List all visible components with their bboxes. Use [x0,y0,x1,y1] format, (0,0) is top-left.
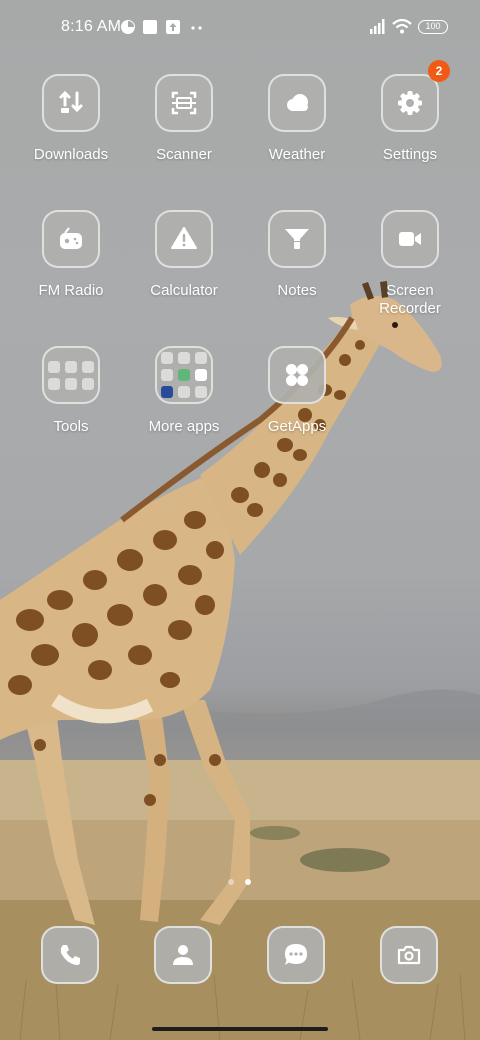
folder-icon [161,352,207,398]
folder-tile[interactable] [155,346,213,404]
folder-tools[interactable]: Tools [16,346,126,436]
notification-badge: 2 [428,60,450,82]
app-label: Notes [277,282,317,299]
app-downloads[interactable]: Downloads [16,74,126,164]
cloud-icon [287,94,308,111]
dock-phone-button[interactable] [41,926,99,984]
app-settings[interactable]: 2 Settings [355,60,465,164]
app-tile[interactable] [155,74,213,132]
download-icon [59,90,83,113]
app-tile[interactable] [42,74,100,132]
dock-messages-button[interactable] [267,926,325,984]
folder-icon [48,360,94,390]
app-tile[interactable] [268,346,326,404]
folder-more-apps[interactable]: More apps [129,346,239,436]
home-indicator-bar[interactable] [152,1027,328,1031]
app-notes[interactable]: Notes [242,210,352,300]
folder-tile[interactable] [42,346,100,404]
app-calculator[interactable]: Calculator [129,210,239,300]
camera-icon [397,945,421,965]
funnel-icon [285,229,309,249]
app-tile[interactable] [268,210,326,268]
app-tile[interactable]: 2 [381,60,450,132]
wifi-icon [392,19,412,34]
page-indicator [228,879,258,887]
app-label: GetApps [267,418,327,435]
app-label: Settings [382,146,438,163]
app-tile[interactable] [381,210,439,268]
app-label: Screen Recorder [379,282,441,317]
square-notification-icon [143,20,157,34]
status-time: 8:16 AM [61,18,122,35]
gear-icon [398,91,422,115]
page-dot-active[interactable] [245,879,251,885]
radio-icon [60,227,82,249]
home-screen: 8:16 AM 100 Downloads Scanner Weather 2 … [0,0,480,1040]
app-label: FM Radio [38,282,104,299]
app-scanner[interactable]: Scanner [129,74,239,164]
app-tile[interactable] [42,210,100,268]
messages-icon [285,944,307,965]
status-bar: 8:16 AM 100 [0,0,480,56]
four-circles-icon [286,364,308,386]
signal-icon [370,19,385,34]
dock-contacts-button[interactable] [154,926,212,984]
app-fm-radio[interactable]: FM Radio [16,210,126,300]
app-label: Weather [268,146,326,163]
app-tile[interactable] [155,210,213,268]
app-label: Scanner [156,146,212,163]
upload-notification-icon [166,20,180,34]
page-dot[interactable] [228,879,234,885]
app-tile[interactable] [268,74,326,132]
scanner-icon [171,91,197,115]
dock-camera-button[interactable] [380,926,438,984]
app-label: Tools [53,418,89,435]
more-dots-icon [191,26,202,30]
app-label: Downloads [33,146,109,163]
app-weather[interactable]: Weather [242,74,352,164]
warning-triangle-icon [171,227,197,249]
app-label: Calculator [150,282,218,299]
battery-icon: 100 [418,20,448,34]
app-getapps[interactable]: GetApps [242,346,352,436]
app-screen-recorder[interactable]: Screen Recorder [355,210,465,318]
app-label: More apps [148,418,220,435]
contacts-icon [173,945,193,965]
video-camera-icon [399,232,421,246]
phone-icon [60,945,80,965]
data-saver-icon [121,20,135,34]
